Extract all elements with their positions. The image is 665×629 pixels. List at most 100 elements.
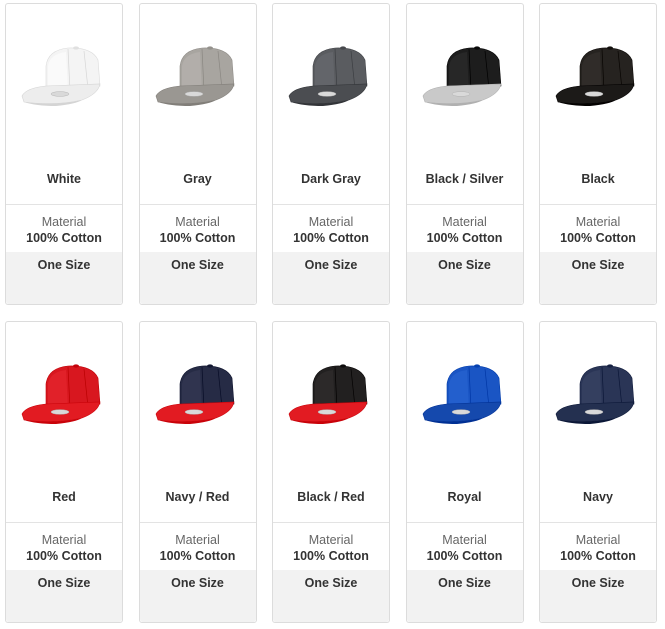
size-label: One Size — [139, 252, 256, 304]
size-label: One Size — [406, 570, 523, 622]
material-info: Material 100% Cotton — [6, 523, 122, 571]
cap-button — [73, 364, 79, 368]
black-red-snapback-cap-icon — [288, 364, 368, 424]
product-card[interactable]: Dark Gray Material 100% Cotton One Size — [272, 3, 390, 305]
material-label: Material — [41, 533, 87, 547]
brim-sticker — [584, 409, 604, 415]
brim-sticker — [184, 91, 203, 97]
material-info: Material 100% Cotton — [540, 523, 656, 571]
size-label: One Size — [540, 570, 656, 622]
brim-sticker — [317, 91, 337, 97]
product-image — [273, 322, 389, 472]
gray-snapback-cap-icon — [155, 46, 234, 106]
product-image — [273, 4, 389, 154]
cap-button — [473, 364, 480, 368]
product-color-name: Black / Silver — [425, 172, 504, 186]
product-card[interactable]: Black / Red Material 100% Cotton One Size — [272, 321, 390, 623]
product-card[interactable]: Royal Material 100% Cotton One Size — [405, 321, 524, 623]
product-card[interactable]: Red Material 100% Cotton One Size — [5, 321, 123, 623]
black-silver-snapback-cap-icon — [422, 46, 501, 106]
product-card[interactable]: Navy / Red Material 100% Cotton One Size — [138, 321, 257, 623]
size-label: One Size — [273, 570, 389, 622]
size-label: One Size — [406, 252, 523, 304]
material-value: 100% Cotton — [293, 231, 369, 245]
black-snapback-cap-icon — [555, 46, 635, 106]
material-info: Material 100% Cotton — [273, 205, 389, 253]
brim-sticker — [317, 409, 337, 415]
product-color-name: Gray — [183, 172, 212, 186]
material-value: 100% Cotton — [560, 231, 636, 245]
material-value: 100% Cotton — [26, 549, 102, 563]
size-label: One Size — [6, 252, 122, 304]
material-label: Material — [575, 533, 621, 547]
product-color-name: Black — [581, 172, 615, 186]
material-info: Material 100% Cotton — [140, 523, 256, 571]
cap-button — [340, 364, 346, 368]
cap-button — [206, 364, 213, 368]
product-image — [540, 322, 656, 472]
product-card[interactable]: White Material 100% Cotton One Size — [5, 3, 123, 305]
red-snapback-cap-icon — [21, 364, 101, 424]
size-label: One Size — [273, 252, 389, 304]
cap-button — [206, 46, 213, 50]
material-info: Material 100% Cotton — [540, 205, 656, 253]
material-value: 100% Cotton — [26, 231, 102, 245]
cap-button — [473, 46, 480, 50]
material-value: 100% Cotton — [560, 549, 636, 563]
material-value: 100% Cotton — [159, 231, 236, 245]
material-label: Material — [308, 533, 354, 547]
material-info: Material 100% Cotton — [6, 205, 122, 253]
material-label: Material — [41, 215, 87, 229]
product-card[interactable]: Navy Material 100% Cotton One Size — [539, 321, 657, 623]
material-label: Material — [175, 215, 220, 229]
material-info: Material 100% Cotton — [140, 205, 256, 253]
product-image — [407, 4, 523, 154]
material-label: Material — [442, 533, 487, 547]
royal-snapback-cap-icon — [422, 364, 501, 424]
size-label: One Size — [139, 570, 256, 622]
product-image — [6, 322, 122, 472]
product-color-name: Black / Red — [297, 490, 365, 504]
material-info: Material 100% Cotton — [273, 523, 389, 571]
size-label: One Size — [540, 252, 656, 304]
white-snapback-cap-icon — [21, 46, 101, 106]
material-value: 100% Cotton — [159, 549, 236, 563]
brim-sticker — [451, 409, 470, 415]
navy-snapback-cap-icon — [555, 364, 635, 424]
product-card[interactable]: Gray Material 100% Cotton One Size — [138, 3, 257, 305]
material-value: 100% Cotton — [293, 549, 369, 563]
brim-sticker — [584, 91, 604, 97]
material-label: Material — [442, 215, 487, 229]
dark-gray-snapback-cap-icon — [288, 46, 368, 106]
cap-button — [340, 46, 346, 50]
navy-red-snapback-cap-icon — [155, 364, 234, 424]
brim-sticker — [451, 91, 470, 97]
product-color-name: Navy — [583, 490, 613, 504]
product-color-name: Navy / Red — [165, 490, 230, 504]
product-color-name: White — [46, 172, 82, 186]
cap-button — [73, 46, 79, 50]
product-color-grid: White Material 100% Cotton One Size Gray Mat… — [5, 3, 657, 623]
material-value: 100% Cotton — [426, 549, 503, 563]
product-card[interactable]: Black Material 100% Cotton One Size — [539, 3, 657, 305]
cap-button — [607, 46, 613, 50]
material-info: Material 100% Cotton — [407, 205, 523, 253]
product-image — [6, 4, 122, 154]
brim-sticker — [50, 409, 70, 415]
brim-sticker — [184, 409, 203, 415]
size-label: One Size — [6, 570, 122, 622]
material-label: Material — [308, 215, 354, 229]
cap-button — [607, 364, 613, 368]
material-label: Material — [175, 533, 220, 547]
brim-sticker — [50, 91, 70, 97]
material-info: Material 100% Cotton — [407, 523, 523, 571]
product-image — [140, 322, 256, 472]
product-color-name: Red — [52, 490, 76, 504]
product-image — [140, 4, 256, 154]
product-card[interactable]: Black / Silver Material 100% Cotton One Siz… — [405, 3, 524, 305]
product-image — [407, 322, 523, 472]
material-value: 100% Cotton — [426, 231, 503, 245]
product-color-name: Dark Gray — [301, 172, 361, 186]
product-image — [540, 4, 656, 154]
material-label: Material — [575, 215, 621, 229]
